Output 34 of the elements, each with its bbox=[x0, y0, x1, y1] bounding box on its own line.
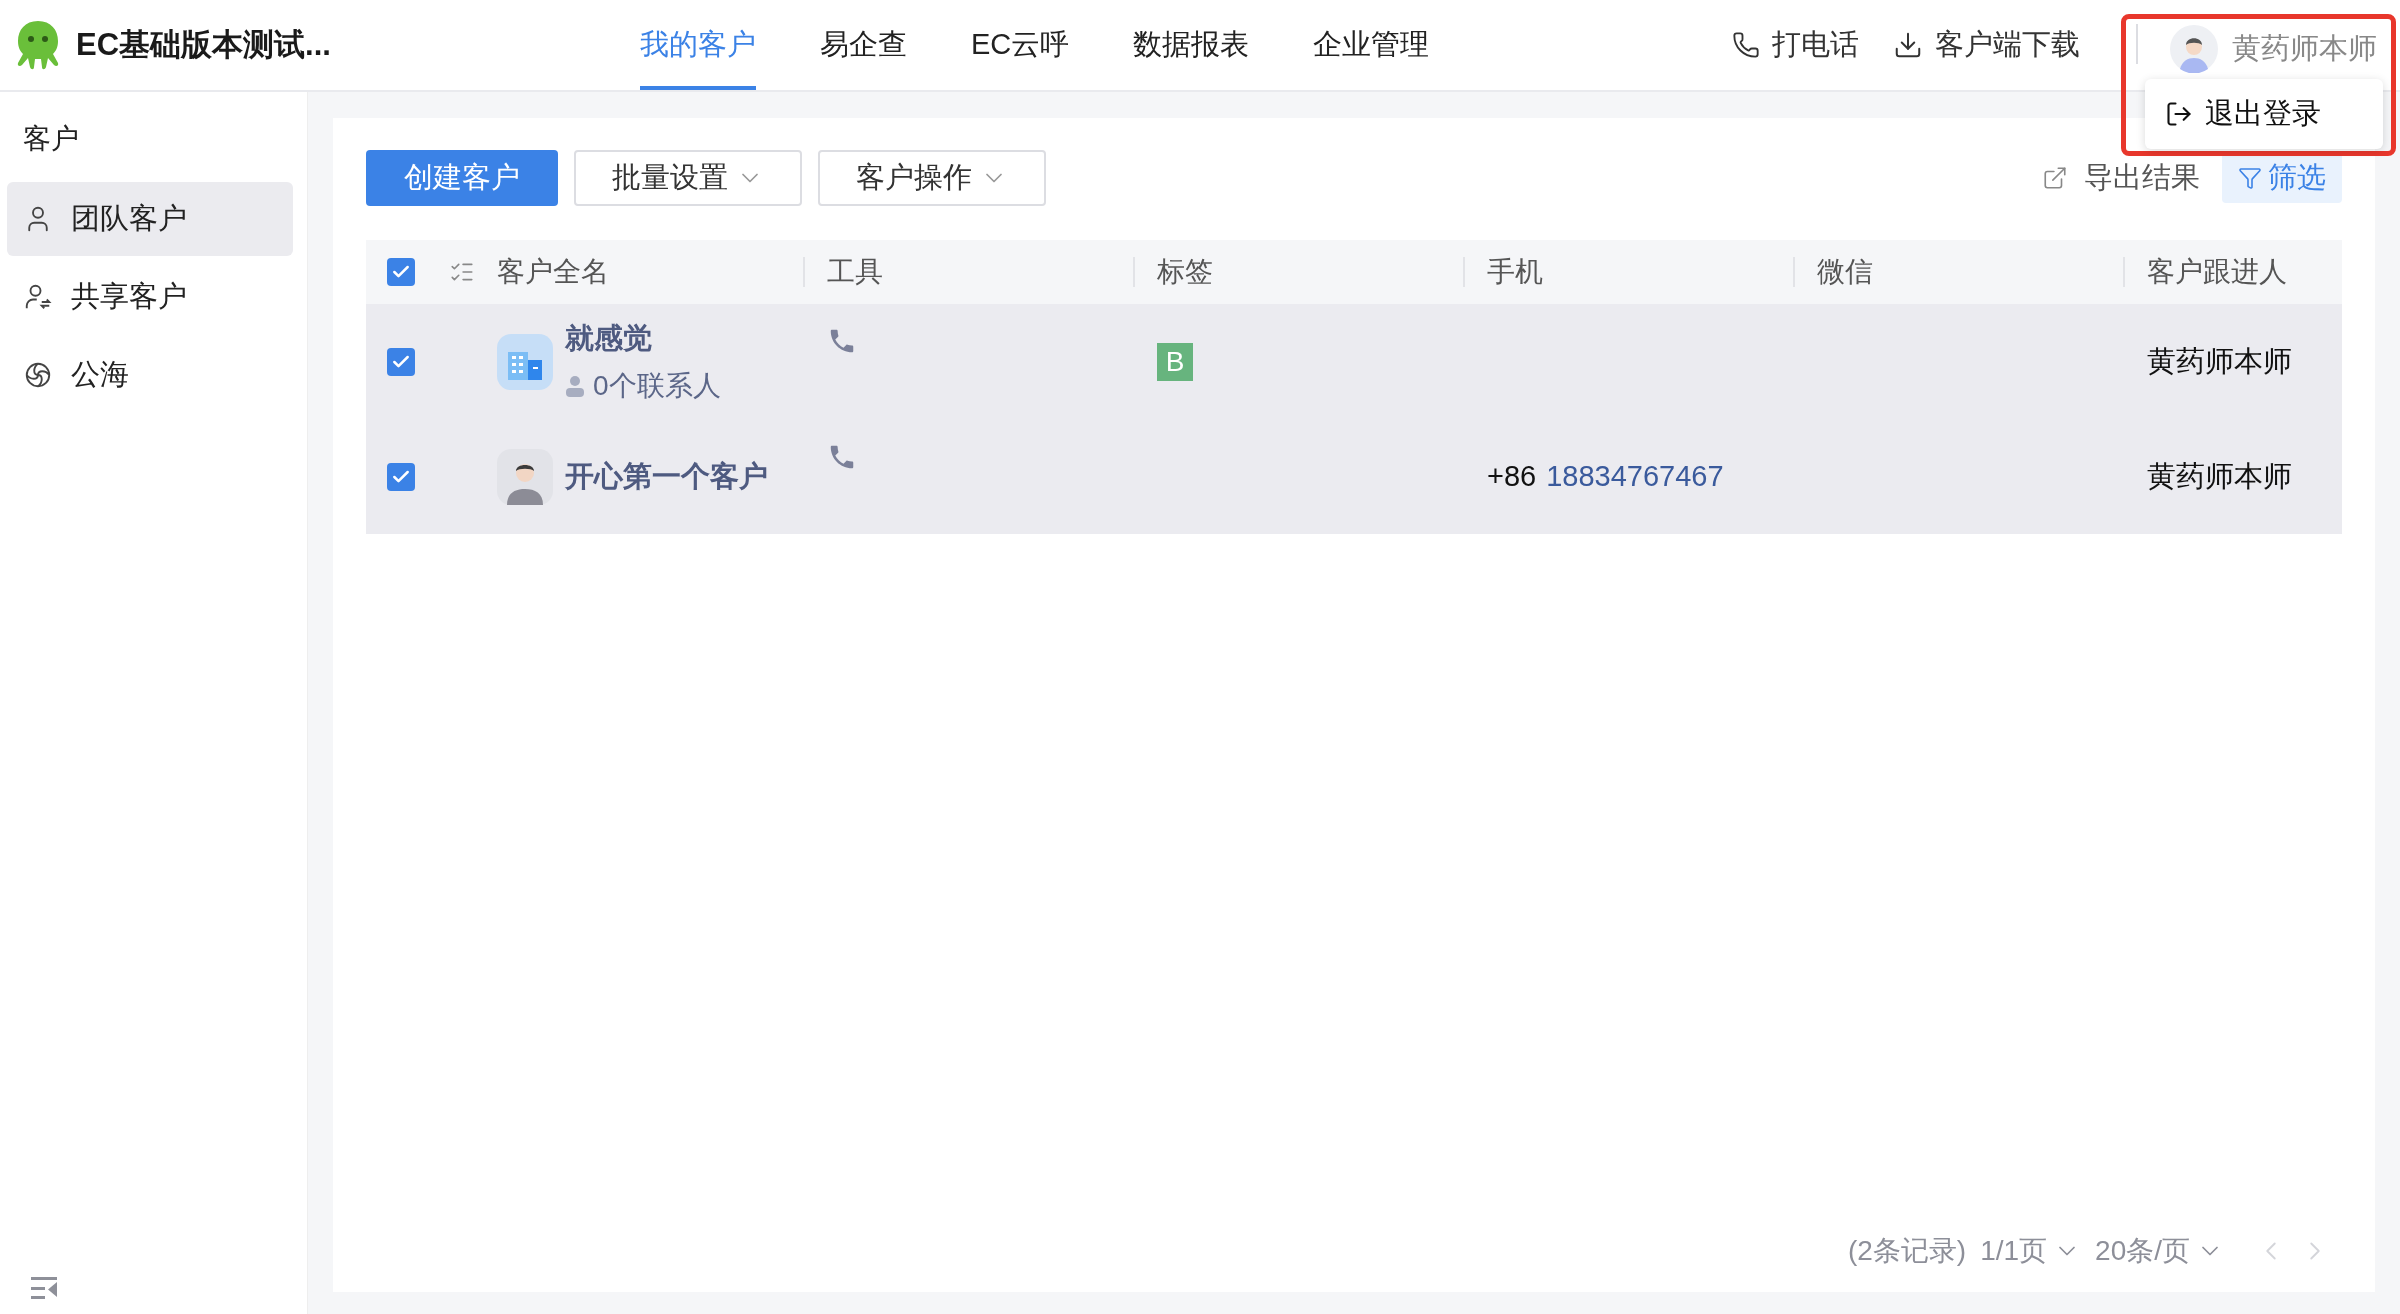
app-title: EC基础版本测试... bbox=[76, 25, 331, 64]
column-header: 工具 bbox=[827, 255, 883, 289]
dropdown-button[interactable]: 批量设置 bbox=[574, 150, 802, 206]
column-header: 标签 bbox=[1157, 255, 1213, 289]
sidebar-item[interactable]: 共享客户 bbox=[7, 260, 293, 334]
create-button[interactable]: 创建客户 bbox=[366, 150, 558, 206]
sidebar-item[interactable]: 公海 bbox=[7, 338, 293, 412]
menu-item[interactable]: 退出登录 bbox=[2165, 92, 2321, 136]
follower-name: 黄药师本师 bbox=[2147, 460, 2292, 493]
column-header: 手机 bbox=[1487, 255, 1543, 289]
sidebar-item[interactable]: 团队客户 bbox=[7, 182, 293, 256]
dropdown-button[interactable]: 客户操作 bbox=[818, 150, 1046, 206]
user-menu-button[interactable]: 黄药师本师 bbox=[2170, 23, 2383, 75]
phone-number[interactable]: 18834767467 bbox=[1546, 455, 1724, 499]
record-count: (2条记录) bbox=[1847, 1234, 1967, 1268]
nav-tab[interactable]: 数据报表 bbox=[1133, 0, 1250, 90]
follower-name: 黄药师本师 bbox=[2147, 345, 2292, 378]
nav-tab[interactable]: 企业管理 bbox=[1313, 0, 1430, 90]
contact-count: 0个联系人 bbox=[593, 368, 721, 403]
export-button[interactable]: 导出结果 bbox=[2042, 156, 2200, 200]
tag: B bbox=[1157, 343, 1193, 381]
sidebar-heading: 客户 bbox=[22, 122, 80, 156]
nav-tab[interactable]: 易企查 bbox=[820, 0, 907, 90]
download-button[interactable]: 客户端下载 bbox=[1893, 23, 2080, 67]
customer-name[interactable]: 就感觉 bbox=[565, 317, 721, 361]
column-header: 微信 bbox=[1817, 255, 1873, 289]
customer-name[interactable]: 开心第一个客户 bbox=[565, 455, 768, 499]
table-row[interactable]: 就感觉 0个联系人 B 黄药师本师 bbox=[366, 304, 2342, 420]
call-button[interactable]: 打电话 bbox=[1732, 23, 1859, 67]
nav-tab[interactable]: EC云呼 bbox=[971, 0, 1070, 90]
country-code: +86 bbox=[1487, 459, 1537, 495]
table-row[interactable]: 开心第一个客户 +86 18834767467 黄药师本师 bbox=[366, 420, 2342, 534]
column-header: 客户全名 bbox=[497, 255, 609, 289]
column-header: 客户跟进人 bbox=[2147, 255, 2287, 289]
